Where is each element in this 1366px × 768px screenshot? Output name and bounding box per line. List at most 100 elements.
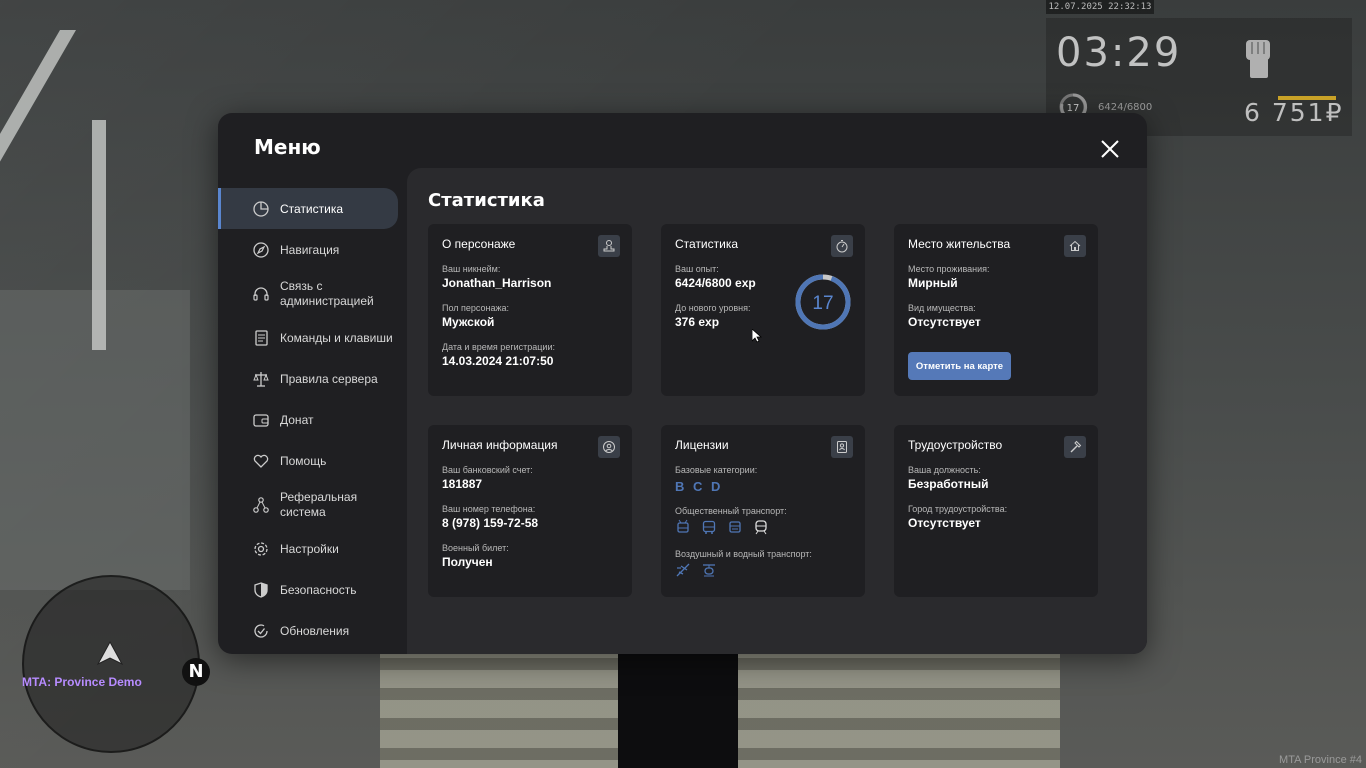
menu-window: Меню Статистика Навигация Связь с админи… (218, 113, 1147, 654)
basic-categories-label: Базовые категории: (675, 465, 758, 475)
sidebar-item-updates[interactable]: Обновления (218, 610, 402, 651)
sidebar-item-rules[interactable]: Правила сервера (218, 358, 402, 399)
character-card: О персонаже Ваш никнейм: Jonathan_Harris… (428, 224, 632, 396)
residence-card: Место жительства Место проживания: Мирны… (894, 224, 1098, 396)
property-value: Отсутствует (908, 315, 981, 329)
player-arrow-icon (96, 640, 124, 666)
card-title: О персонаже (442, 237, 516, 251)
level-progress-ring: 17 (795, 274, 851, 330)
gear-icon (254, 541, 268, 556)
content-panel: Статистика О персонаже Ваш никнейм: Jona… (407, 168, 1147, 654)
personal-info-card: Личная информация Ваш банковский счет: 1… (428, 425, 632, 597)
shield-icon (254, 581, 268, 598)
train-icon (755, 520, 767, 535)
hud-money: 6 751₽ (1244, 98, 1344, 127)
heart-hand-icon (253, 454, 269, 468)
card-title: Место жительства (908, 237, 1011, 251)
sidebar-item-label: Правила сервера (280, 371, 378, 386)
north-indicator: N (182, 658, 210, 686)
sidebar-item-label: Помощь (280, 453, 327, 468)
air-water-transport-label: Воздушный и водный транспорт: (675, 549, 812, 559)
trolleybus-icon (677, 519, 689, 533)
city-label: Город трудоустройства: (908, 504, 1008, 514)
pie-chart-icon (253, 200, 269, 217)
sidebar-item-admin-contact[interactable]: Связь с администрацией (218, 270, 402, 317)
sidebar: Статистика Навигация Связь с администрац… (218, 188, 402, 651)
phone-value: 8 (978) 159-72-58 (442, 516, 539, 530)
card-title: Личная информация (442, 438, 558, 452)
menu-title: Меню (254, 135, 321, 159)
sidebar-item-label: Настройки (280, 541, 339, 556)
sidebar-item-security[interactable]: Безопасность (218, 569, 402, 610)
stats-card: Статистика Ваш опыт: 6424/6800 exp До но… (661, 224, 865, 396)
license-card-icon (831, 436, 853, 458)
hammer-icon (1064, 436, 1086, 458)
content-title: Статистика (428, 190, 545, 211)
category-d: D (711, 479, 721, 494)
exp-label: Ваш опыт: (675, 264, 719, 274)
place-value: Мирный (908, 276, 958, 290)
server-watermark: MTA Province #4 (1279, 754, 1362, 766)
next-level-value: 376 exp (675, 315, 720, 329)
bank-value: 181887 (442, 477, 483, 491)
phone-label: Ваш номер телефона: (442, 504, 536, 514)
position-label: Ваша должность: (908, 465, 981, 475)
sidebar-item-label: Безопасность (280, 582, 357, 597)
employment-card: Трудоустройство Ваша должность: Безработ… (894, 425, 1098, 597)
place-label: Место проживания: (908, 264, 990, 274)
nickname-value: Jonathan_Harrison (442, 276, 552, 290)
compass-icon (253, 241, 269, 258)
card-title: Трудоустройство (908, 438, 1003, 452)
hud-datetime: 12.07.2025 22:32:13 (1046, 0, 1154, 14)
headset-icon (253, 286, 269, 301)
tram-icon (729, 521, 741, 533)
registration-label: Дата и время регистрации: (442, 342, 555, 352)
city-value: Отсутствует (908, 516, 981, 530)
card-title: Лицензии (675, 438, 729, 452)
gender-label: Пол персонажа: (442, 303, 510, 313)
close-icon[interactable] (1098, 137, 1122, 161)
fist-icon (1246, 40, 1270, 78)
sidebar-item-help[interactable]: Помощь (218, 440, 402, 481)
sidebar-item-label: Навигация (280, 242, 340, 257)
background-character (618, 640, 738, 768)
nickname-label: Ваш никнейм: (442, 264, 501, 274)
category-c: C (693, 479, 703, 494)
server-label: MTA: Province Demo (22, 675, 142, 689)
mouse-cursor-icon (752, 329, 762, 343)
public-transport-label: Общественный транспорт: (675, 506, 787, 516)
scales-icon (253, 371, 269, 387)
person-stamp-icon (598, 235, 620, 257)
military-label: Военный билет: (442, 543, 509, 553)
sidebar-item-statistics[interactable]: Статистика (218, 188, 398, 229)
exp-value: 6424/6800 exp (675, 276, 756, 290)
document-icon (255, 329, 268, 346)
sidebar-item-label: Команды и клавиши (280, 330, 393, 345)
mark-on-map-button[interactable]: Отметить на карте (908, 352, 1011, 380)
sidebar-item-settings[interactable]: Настройки (218, 528, 402, 569)
helicopter-icon (703, 564, 715, 577)
next-level-label: До нового уровня: (675, 303, 751, 313)
sidebar-item-label: Статистика (280, 201, 344, 216)
sidebar-item-referral[interactable]: Реферальная система (218, 481, 402, 528)
sidebar-item-commands[interactable]: Команды и клавиши (218, 317, 402, 358)
licenses-card: Лицензии Базовые категории: B C D Общест… (661, 425, 865, 597)
military-value: Получен (442, 555, 493, 569)
plane-icon (676, 563, 690, 577)
sidebar-item-label: Донат (280, 412, 314, 427)
card-title: Статистика (675, 237, 739, 251)
sidebar-item-label: Реферальная система (280, 489, 358, 519)
position-value: Безработный (908, 477, 989, 491)
refresh-check-icon (254, 623, 268, 638)
sidebar-item-navigation[interactable]: Навигация (218, 229, 402, 270)
house-icon (1064, 235, 1086, 257)
network-icon (253, 496, 269, 513)
registration-value: 14.03.2024 21:07:50 (442, 354, 554, 368)
hud-clock: 03:29 (1056, 30, 1182, 76)
level-text: 17 (812, 293, 833, 314)
category-b: B (675, 479, 685, 494)
sidebar-item-donate[interactable]: Донат (218, 399, 402, 440)
stopwatch-icon (831, 235, 853, 257)
gender-value: Мужской (442, 315, 495, 329)
wallet-icon (253, 413, 269, 427)
